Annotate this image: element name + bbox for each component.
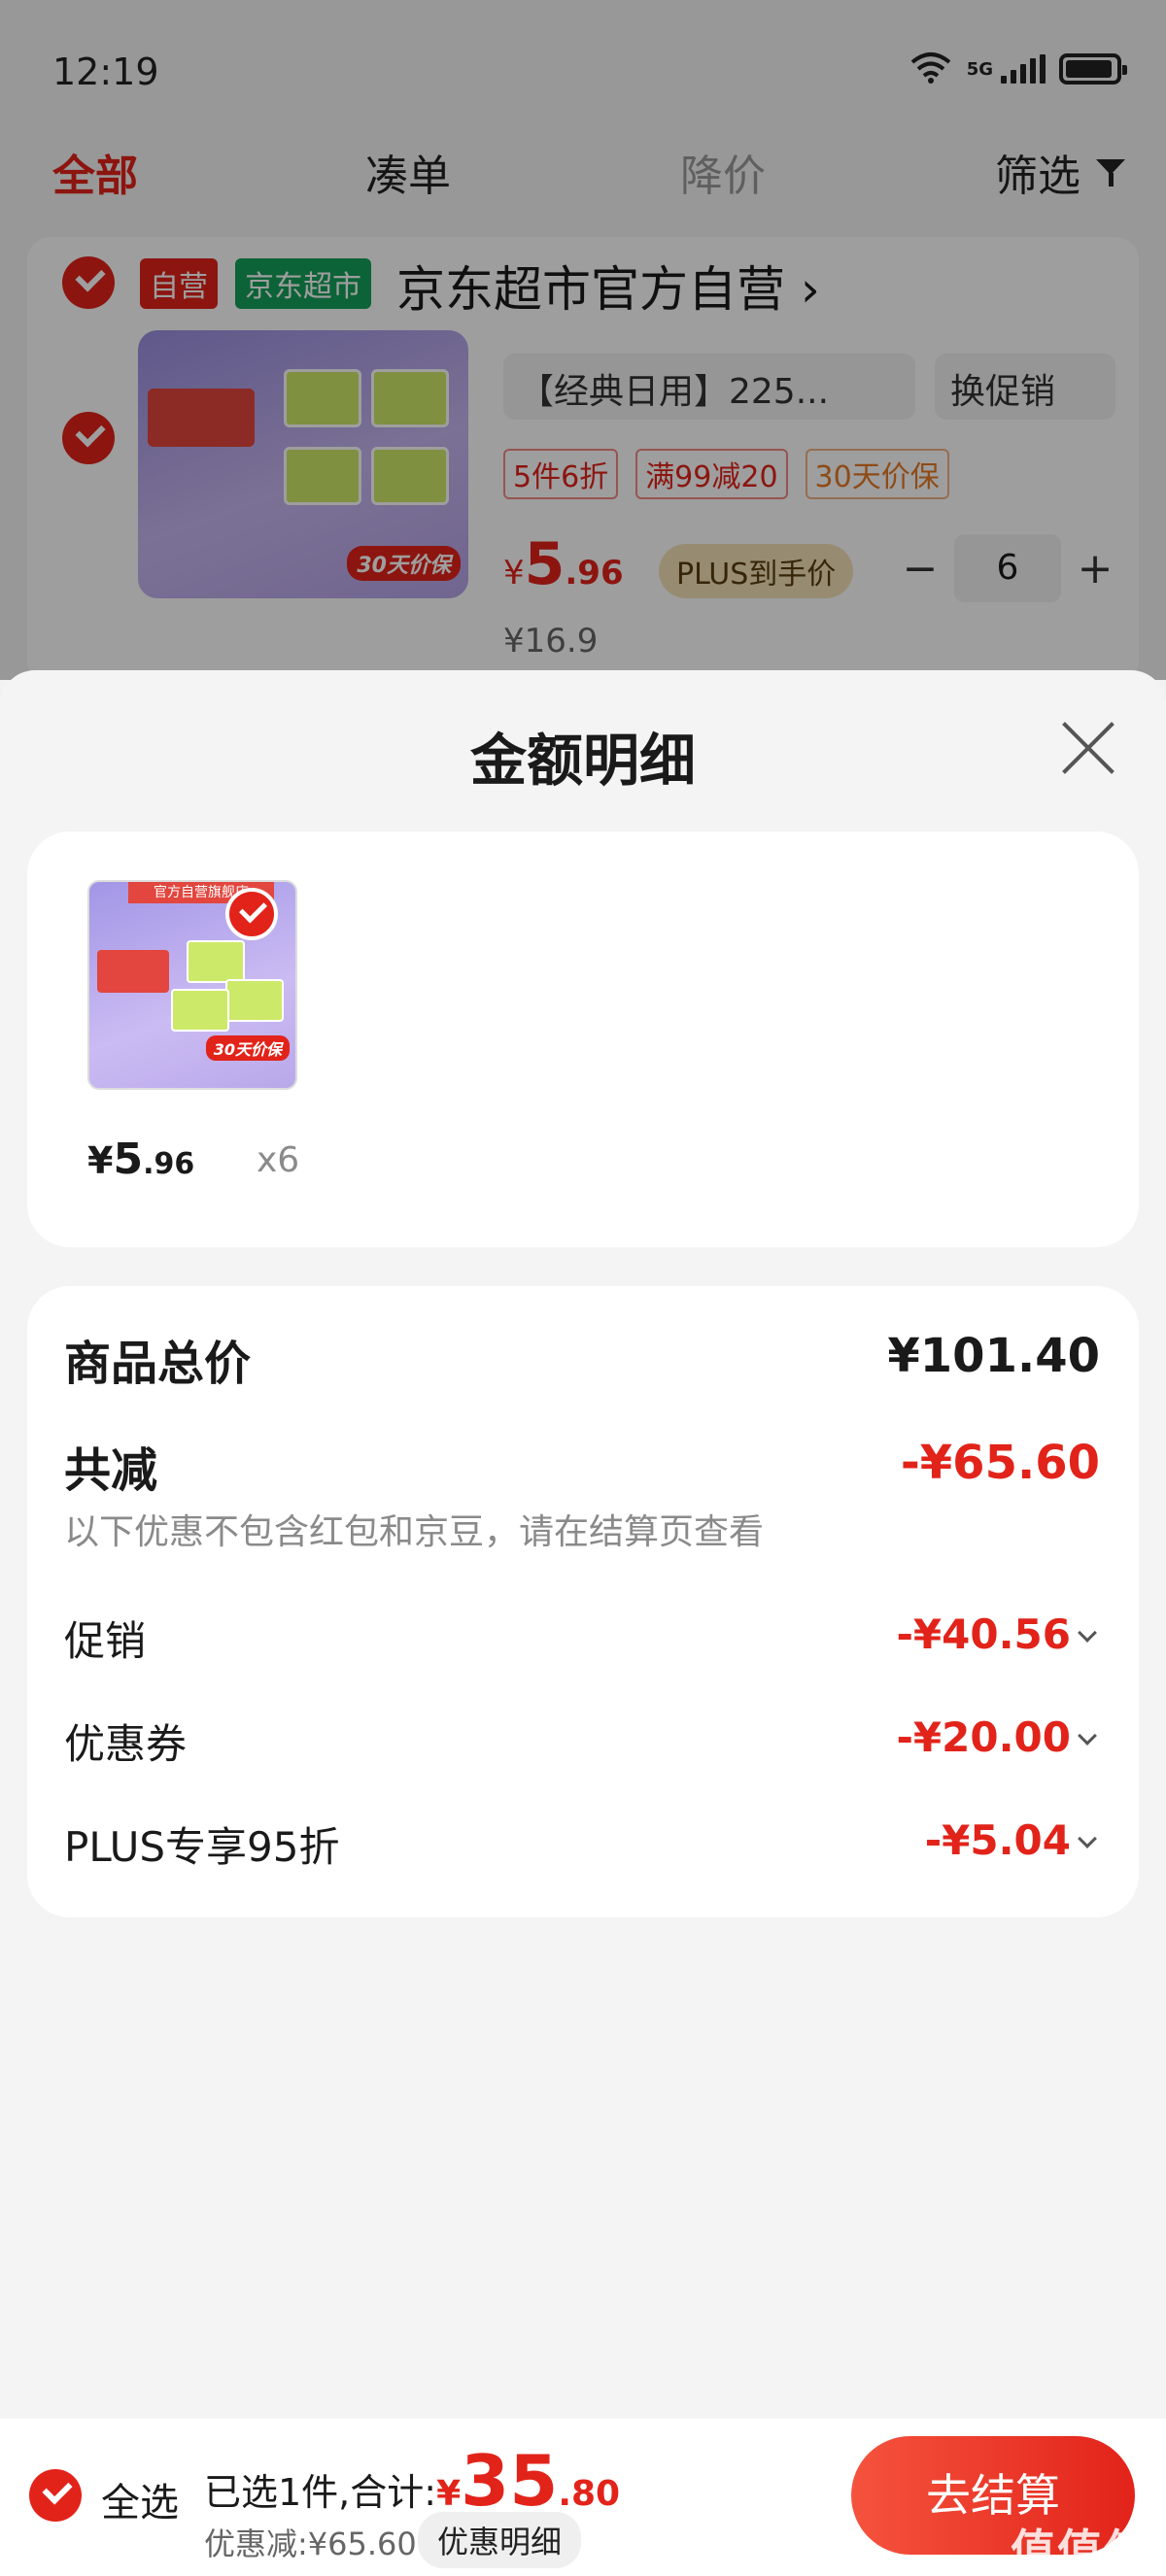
thumbnail-package: [225, 979, 284, 1022]
promotion-value: -¥40.56: [896, 1610, 1071, 1658]
reduction-note: 以下优惠不包含红包和京豆，请在结算页查看: [64, 1512, 765, 1552]
selected-items-card: 官方自营旗舰店 30天价保 ¥5.96 x6: [27, 831, 1139, 1247]
watermark-url: zhizhizhi.com: [1020, 2557, 1126, 2575]
thumbnail-promo-card: [97, 950, 169, 993]
item-price-integer: 5: [113, 1135, 144, 1184]
sheet-title: 金额明细: [469, 728, 696, 794]
discount-detail-button[interactable]: 优惠明细: [418, 2512, 582, 2568]
total-reduction-label: 共减: [64, 1443, 158, 1498]
thumbnail-check-icon: [225, 888, 278, 940]
item-price-decimal: .96: [143, 1147, 195, 1181]
coupon-value: -¥20.00: [896, 1713, 1071, 1761]
select-all-label[interactable]: 全选: [101, 2471, 179, 2527]
total-integer: 35: [461, 2440, 559, 2522]
select-all-check-icon[interactable]: [29, 2469, 82, 2522]
plus-discount-label: PLUS专享95折: [64, 1823, 340, 1871]
thumbnail-package: [171, 989, 229, 1032]
price-breakdown-card: 商品总价 ¥101.40 共减 -¥65.60 以下优惠不包含红包和京豆，请在结…: [27, 1286, 1139, 1917]
total-price-value: ¥101.40: [887, 1329, 1100, 1383]
discount-summary: 优惠减:¥65.60: [204, 2525, 417, 2562]
modal-overlay[interactable]: [0, 0, 1166, 680]
total-decimal: .80: [558, 2474, 621, 2514]
chevron-down-icon: [1078, 1829, 1097, 1848]
chevron-down-icon: [1078, 1726, 1097, 1746]
item-price: ¥5.96: [87, 1135, 194, 1184]
coupon-label: 优惠券: [64, 1720, 188, 1768]
item-price-currency: ¥: [87, 1139, 114, 1182]
amount-detail-sheet: 金额明细 官方自营旗舰店 30天价保 ¥5.96 x6 商品总价 ¥101.40…: [0, 670, 1166, 2576]
total-price-label: 商品总价: [64, 1337, 252, 1391]
total-reduction-value: -¥65.60: [900, 1436, 1100, 1490]
thumbnail-guarantee-banner: 30天价保: [205, 1035, 290, 1061]
total-currency: ¥: [436, 2474, 462, 2514]
item-quantity: x6: [257, 1140, 300, 1180]
close-icon[interactable]: [1061, 721, 1115, 775]
plus-discount-value: -¥5.04: [924, 1816, 1071, 1864]
chevron-down-icon: [1078, 1623, 1097, 1643]
order-summary: 已选1件,合计:¥35.80: [204, 2440, 620, 2522]
promotion-label: 促销: [64, 1617, 147, 1665]
checkout-bar: 全选 已选1件,合计:¥35.80 优惠减:¥65.60 优惠明细 去结算: [0, 2419, 1166, 2576]
summary-prefix: 已选1件,合计:: [204, 2471, 437, 2514]
thumbnail-package: [187, 940, 245, 983]
